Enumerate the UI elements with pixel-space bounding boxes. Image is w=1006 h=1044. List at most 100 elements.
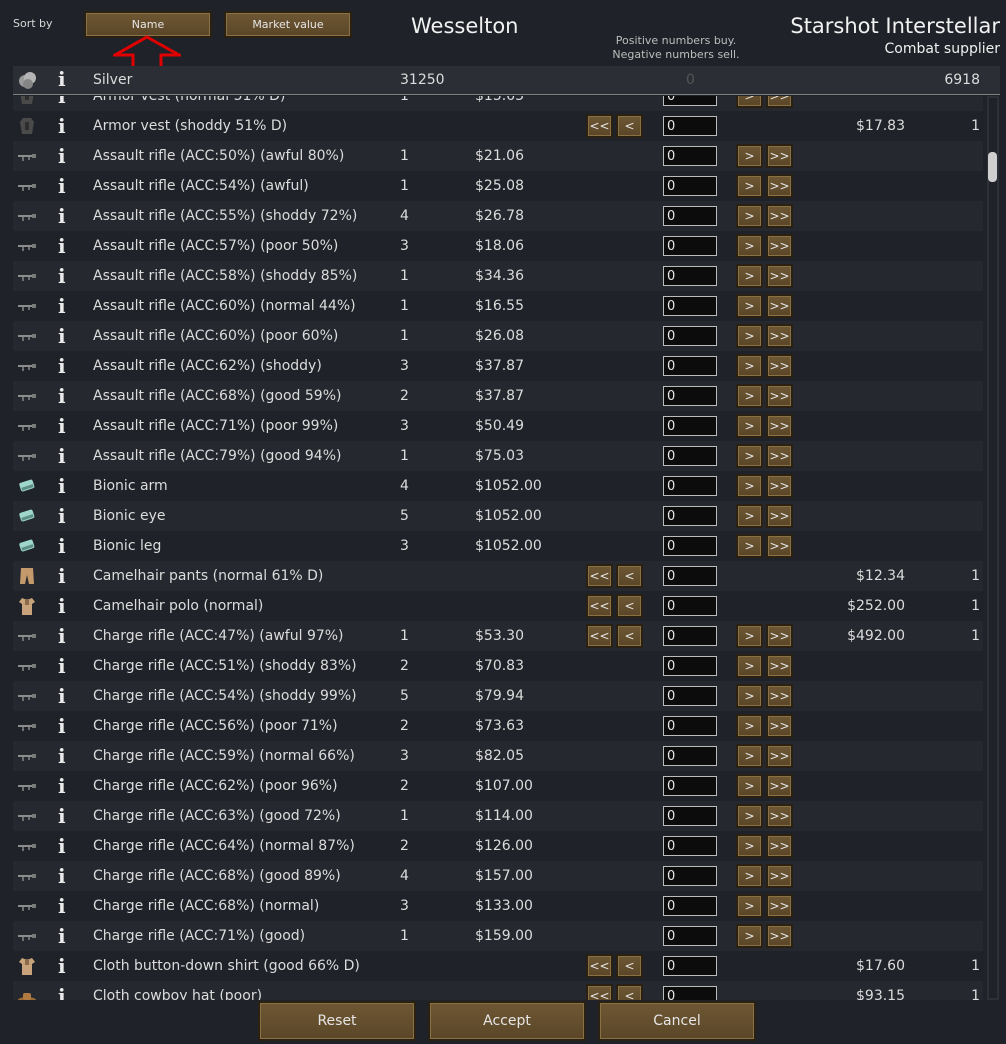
- buy-one-button[interactable]: >: [736, 654, 763, 678]
- buy-one-button[interactable]: >: [736, 624, 763, 648]
- buy-all-button[interactable]: >>: [766, 834, 793, 858]
- info-icon[interactable]: i: [58, 294, 66, 318]
- quantity-input[interactable]: [663, 716, 717, 736]
- info-icon[interactable]: i: [58, 624, 66, 648]
- buy-all-button[interactable]: >>: [766, 444, 793, 468]
- quantity-input[interactable]: [663, 566, 717, 586]
- quantity-input[interactable]: [663, 926, 717, 946]
- quantity-input[interactable]: [663, 206, 717, 226]
- buy-one-button[interactable]: >: [736, 774, 763, 798]
- info-icon[interactable]: i: [58, 234, 66, 258]
- info-icon[interactable]: i: [58, 744, 66, 768]
- buy-all-button[interactable]: >>: [766, 774, 793, 798]
- buy-all-button[interactable]: >>: [766, 864, 793, 888]
- buy-one-button[interactable]: >: [736, 504, 763, 528]
- sell-one-button[interactable]: <: [616, 564, 643, 588]
- sell-all-button[interactable]: <<: [586, 564, 613, 588]
- buy-all-button[interactable]: >>: [766, 264, 793, 288]
- buy-all-button[interactable]: >>: [766, 924, 793, 948]
- quantity-input[interactable]: [663, 866, 717, 886]
- info-icon[interactable]: i: [58, 684, 66, 708]
- sell-one-button[interactable]: <: [616, 624, 643, 648]
- quantity-input[interactable]: [663, 956, 717, 976]
- buy-one-button[interactable]: >: [736, 924, 763, 948]
- accept-button[interactable]: Accept: [428, 1001, 586, 1041]
- info-icon[interactable]: i: [58, 714, 66, 738]
- buy-one-button[interactable]: >: [736, 474, 763, 498]
- quantity-input[interactable]: [663, 116, 717, 136]
- buy-one-button[interactable]: >: [736, 744, 763, 768]
- buy-one-button[interactable]: >: [736, 234, 763, 258]
- quantity-input[interactable]: [663, 506, 717, 526]
- sell-all-button[interactable]: <<: [586, 624, 613, 648]
- buy-all-button[interactable]: >>: [766, 654, 793, 678]
- buy-all-button[interactable]: >>: [766, 624, 793, 648]
- sell-one-button[interactable]: <: [616, 984, 643, 1000]
- buy-one-button[interactable]: >: [736, 684, 763, 708]
- buy-all-button[interactable]: >>: [766, 474, 793, 498]
- info-icon[interactable]: i: [58, 114, 66, 138]
- sell-one-button[interactable]: <: [616, 954, 643, 978]
- quantity-input[interactable]: [663, 236, 717, 256]
- buy-all-button[interactable]: >>: [766, 894, 793, 918]
- info-icon[interactable]: i: [58, 204, 66, 228]
- buy-all-button[interactable]: >>: [766, 354, 793, 378]
- quantity-input[interactable]: [663, 626, 717, 646]
- sell-all-button[interactable]: <<: [586, 954, 613, 978]
- buy-all-button[interactable]: >>: [766, 294, 793, 318]
- info-icon[interactable]: i: [58, 96, 66, 108]
- buy-all-button[interactable]: >>: [766, 534, 793, 558]
- sell-one-button[interactable]: <: [616, 114, 643, 138]
- buy-all-button[interactable]: >>: [766, 504, 793, 528]
- buy-one-button[interactable]: >: [736, 174, 763, 198]
- info-icon[interactable]: i: [58, 834, 66, 858]
- quantity-input[interactable]: [663, 266, 717, 286]
- info-icon[interactable]: i: [58, 174, 66, 198]
- buy-all-button[interactable]: >>: [766, 414, 793, 438]
- buy-one-button[interactable]: >: [736, 294, 763, 318]
- sell-all-button[interactable]: <<: [586, 594, 613, 618]
- buy-one-button[interactable]: >: [736, 864, 763, 888]
- scrollbar-thumb[interactable]: [988, 152, 997, 182]
- buy-all-button[interactable]: >>: [766, 684, 793, 708]
- buy-one-button[interactable]: >: [736, 714, 763, 738]
- sell-all-button[interactable]: <<: [586, 984, 613, 1000]
- info-icon[interactable]: i: [58, 384, 66, 408]
- info-icon[interactable]: i: [58, 444, 66, 468]
- quantity-input[interactable]: [663, 746, 717, 766]
- quantity-input[interactable]: [663, 96, 717, 106]
- buy-one-button[interactable]: >: [736, 96, 763, 108]
- buy-one-button[interactable]: >: [736, 534, 763, 558]
- buy-one-button[interactable]: >: [736, 144, 763, 168]
- quantity-input[interactable]: [663, 776, 717, 796]
- quantity-input[interactable]: [663, 296, 717, 316]
- quantity-input[interactable]: [663, 896, 717, 916]
- quantity-input[interactable]: [663, 836, 717, 856]
- quantity-input[interactable]: [663, 326, 717, 346]
- quantity-input[interactable]: [663, 596, 717, 616]
- quantity-input[interactable]: [663, 536, 717, 556]
- info-icon[interactable]: i: [58, 984, 66, 1000]
- buy-one-button[interactable]: >: [736, 264, 763, 288]
- info-icon[interactable]: i: [58, 774, 66, 798]
- buy-all-button[interactable]: >>: [766, 144, 793, 168]
- info-icon[interactable]: i: [58, 894, 66, 918]
- quantity-input[interactable]: [663, 386, 717, 406]
- quantity-input[interactable]: [663, 176, 717, 196]
- info-icon[interactable]: i: [58, 474, 66, 498]
- info-icon[interactable]: i: [58, 954, 66, 978]
- buy-all-button[interactable]: >>: [766, 384, 793, 408]
- info-icon[interactable]: i: [58, 864, 66, 888]
- quantity-input[interactable]: [663, 986, 717, 1000]
- buy-one-button[interactable]: >: [736, 204, 763, 228]
- buy-all-button[interactable]: >>: [766, 204, 793, 228]
- quantity-input[interactable]: [663, 806, 717, 826]
- buy-one-button[interactable]: >: [736, 414, 763, 438]
- sell-one-button[interactable]: <: [616, 594, 643, 618]
- sort-by-name-button[interactable]: Name: [84, 11, 212, 38]
- buy-one-button[interactable]: >: [736, 384, 763, 408]
- quantity-input[interactable]: [663, 146, 717, 166]
- buy-one-button[interactable]: >: [736, 324, 763, 348]
- info-icon[interactable]: i: [58, 144, 66, 168]
- info-icon[interactable]: i: [58, 264, 66, 288]
